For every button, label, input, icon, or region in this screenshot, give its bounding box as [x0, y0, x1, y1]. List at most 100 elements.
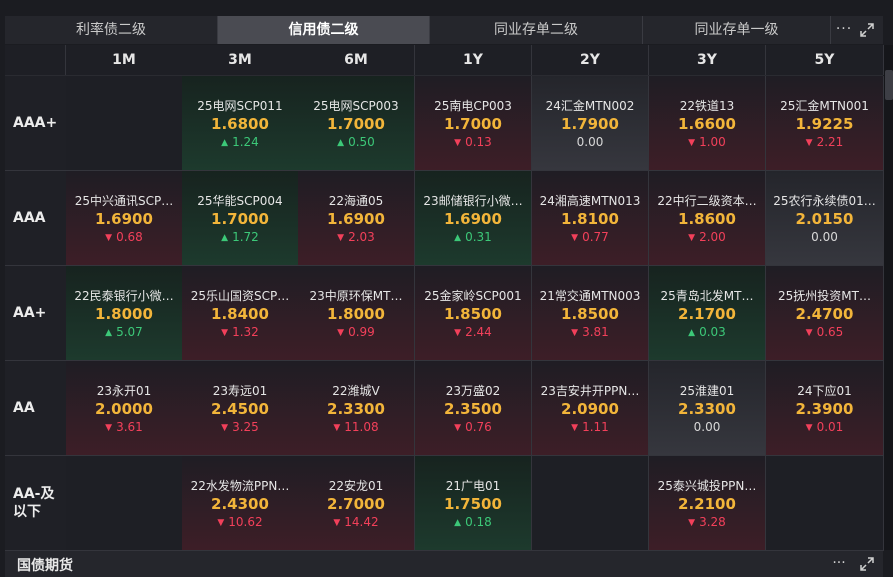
expand-icon[interactable]: [859, 556, 875, 572]
tab-1[interactable]: 信用债二级: [218, 16, 430, 44]
scrollbar-thumb[interactable]: [885, 70, 893, 100]
bond-cell[interactable]: 25青岛北发MT… 2.1700 ▲ 0.03: [649, 266, 766, 361]
bond-cell[interactable]: 25农行永续债01… 2.0150 0.00: [766, 171, 884, 266]
triangle-up-icon: ▲: [454, 233, 462, 243]
bond-name: 22安龙01: [328, 479, 384, 493]
triangle-down-icon: ▼: [454, 138, 462, 148]
triangle-down-icon: ▼: [221, 423, 229, 433]
change-value: ▼ 3.81: [571, 325, 609, 339]
bond-cell[interactable]: 24汇金MTN002 1.7900 0.00: [532, 76, 649, 171]
yield-value: 2.4300: [211, 495, 269, 513]
change-value: 0.00: [693, 420, 721, 434]
change-value: ▼ 3.25: [221, 420, 259, 434]
change-value: ▲ 5.07: [105, 325, 143, 339]
rating-label: AAA+: [5, 76, 66, 171]
bond-name: 25乐山国资SCP…: [190, 289, 290, 303]
bond-name: 22海通05: [328, 194, 384, 208]
bond-cell[interactable]: 22潍城V 2.3300 ▼ 11.08: [298, 361, 415, 456]
bond-name: 25抚州投资MT…: [778, 289, 871, 303]
bond-cell[interactable]: 23中原环保MT… 1.8000 ▼ 0.99: [298, 266, 415, 361]
bond-cell[interactable]: 23永开01 2.0000 ▼ 3.61: [66, 361, 183, 456]
change-value: ▼ 2.03: [337, 230, 375, 244]
yield-value: 2.0150: [795, 210, 854, 228]
more-button[interactable]: ···: [831, 16, 857, 44]
change-value: ▼ 0.01: [805, 420, 844, 434]
bond-name: 25淮建01: [679, 384, 735, 398]
bond-cell[interactable]: 25中兴通讯SCP… 1.6900 ▼ 0.68: [66, 171, 183, 266]
bond-cell[interactable]: 25泰兴城投PPN… 2.2100 ▼ 3.28: [649, 456, 766, 551]
bond-cell[interactable]: 25乐山国资SCP… 1.8400 ▼ 1.32: [182, 266, 299, 361]
bond-cell[interactable]: 22安龙01 2.7000 ▼ 14.42: [298, 456, 415, 551]
bond-cell[interactable]: 22铁道13 1.6600 ▼ 1.00: [649, 76, 766, 171]
bond-name: 23中原环保MT…: [309, 289, 403, 303]
yield-value: 1.6900: [444, 210, 502, 228]
change-value: ▼ 2.21: [805, 135, 844, 149]
change-value: ▼ 3.28: [688, 515, 726, 529]
bond-cell[interactable]: 25电网SCP011 1.6800 ▲ 1.24: [182, 76, 299, 171]
yield-value: 1.8400: [211, 305, 269, 323]
tab-3[interactable]: 同业存单一级: [643, 16, 831, 44]
bond-cell[interactable]: 21常交通MTN003 1.8500 ▼ 3.81: [532, 266, 649, 361]
triangle-up-icon: ▲: [221, 233, 229, 243]
bond-cell[interactable]: 22海通05 1.6900 ▼ 2.03: [298, 171, 415, 266]
tab-0[interactable]: 利率债二级: [5, 16, 218, 44]
yield-value: 2.3500: [444, 400, 502, 418]
yield-value: 1.8600: [678, 210, 736, 228]
bond-name: 25电网SCP011: [197, 99, 283, 113]
rating-label: AAA: [5, 171, 66, 266]
yield-value: 2.7000: [327, 495, 385, 513]
change-value: ▼ 1.11: [571, 420, 609, 434]
yield-value: 1.8500: [444, 305, 502, 323]
bond-name: 23吉安井开PPN…: [540, 384, 640, 398]
change-value: ▼ 0.65: [805, 325, 844, 339]
bond-cell[interactable]: 23万盛02 2.3500 ▼ 0.76: [415, 361, 532, 456]
change-value: ▼ 1.00: [688, 135, 726, 149]
bond-cell[interactable]: 24湘高速MTN013 1.8100 ▼ 0.77: [532, 171, 649, 266]
bond-cell[interactable]: 23寿远01 2.4500 ▼ 3.25: [182, 361, 299, 456]
yield-value: 1.9225: [795, 115, 854, 133]
bond-cell[interactable]: 24下应01 2.3900 ▼ 0.01: [766, 361, 884, 456]
panel-title: 国债期货: [17, 558, 73, 574]
yield-value: 1.7000: [444, 115, 502, 133]
bond-name: 25中兴通讯SCP…: [74, 194, 174, 208]
change-value: ▲ 0.18: [454, 515, 492, 529]
bond-cell[interactable]: 22水发物流PPN… 2.4300 ▼ 10.62: [182, 456, 299, 551]
tab-2[interactable]: 同业存单二级: [430, 16, 643, 44]
tab-bar: ··· 利率债二级 信用债二级 同业存单二级 同业存单一级: [5, 16, 883, 44]
yield-value: 1.8500: [561, 305, 619, 323]
change-value: ▲ 1.72: [221, 230, 259, 244]
change-value: ▲ 1.24: [221, 135, 259, 149]
triangle-down-icon: ▼: [805, 328, 813, 338]
bond-name: 22中行二级资本…: [657, 194, 757, 208]
bond-cell[interactable]: 22民泰银行小微… 1.8000 ▲ 5.07: [66, 266, 183, 361]
change-value: 0.00: [811, 230, 838, 244]
bond-cell[interactable]: 25华能SCP004 1.7000 ▲ 1.72: [182, 171, 299, 266]
yield-value: 1.6900: [95, 210, 153, 228]
triangle-down-icon: ▼: [333, 423, 341, 433]
bond-cell[interactable]: 25抚州投资MT… 2.4700 ▼ 0.65: [766, 266, 884, 361]
scrollbar-track[interactable]: [884, 45, 893, 550]
bond-cell[interactable]: 25金家岭SCP001 1.8500 ▼ 2.44: [415, 266, 532, 361]
bond-name: 22水发物流PPN…: [190, 479, 290, 493]
bond-cell[interactable]: 25淮建01 2.3300 0.00: [649, 361, 766, 456]
bond-cell[interactable]: 25南电CP003 1.7000 ▼ 0.13: [415, 76, 532, 171]
expand-icon[interactable]: [859, 22, 875, 38]
more-button[interactable]: ···: [826, 553, 852, 575]
bond-name: 25南电CP003: [434, 99, 512, 113]
change-value: ▼ 1.32: [221, 325, 259, 339]
bond-cell[interactable]: 23吉安井开PPN… 2.0900 ▼ 1.11: [532, 361, 649, 456]
bond-cell[interactable]: 22中行二级资本… 1.8600 ▼ 2.00: [649, 171, 766, 266]
yield-value: 1.7000: [211, 210, 269, 228]
change-value: 0.00: [576, 135, 604, 149]
change-value: ▼ 0.77: [571, 230, 609, 244]
bond-cell[interactable]: 25电网SCP003 1.7000 ▲ 0.50: [298, 76, 415, 171]
tenor-header-3Y: 3Y: [649, 45, 766, 75]
bond-cell[interactable]: 21广电01 1.7500 ▲ 0.18: [415, 456, 532, 551]
yield-value: 1.8100: [561, 210, 619, 228]
yield-value: 1.6800: [211, 115, 269, 133]
bond-name: 22民泰银行小微…: [74, 289, 174, 303]
yield-value: 2.3300: [678, 400, 736, 418]
bond-cell[interactable]: 23邮储银行小微… 1.6900 ▲ 0.31: [415, 171, 532, 266]
bond-cell[interactable]: 25汇金MTN001 1.9225 ▼ 2.21: [766, 76, 884, 171]
triangle-down-icon: ▼: [805, 423, 813, 433]
